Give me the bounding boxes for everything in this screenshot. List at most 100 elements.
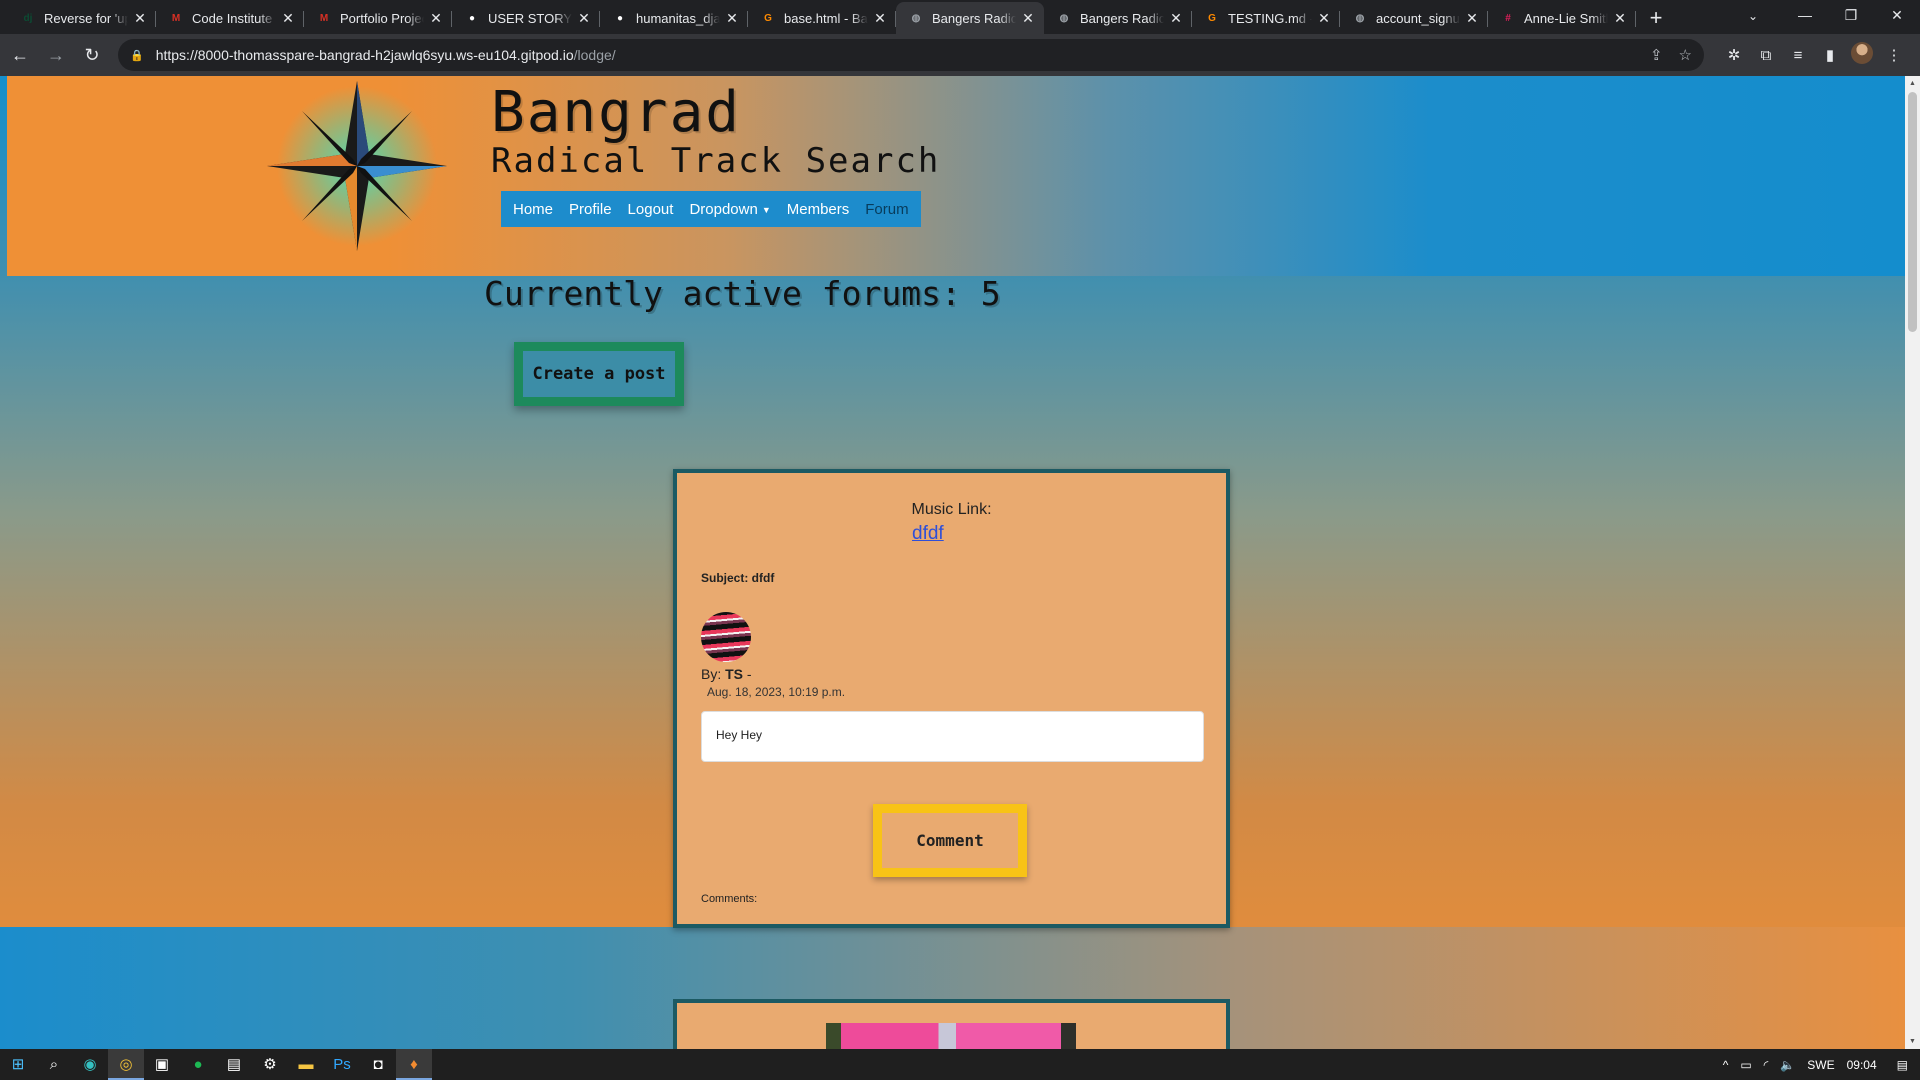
browser-tab[interactable]: ◍ account_signup ✕ bbox=[1340, 2, 1488, 34]
language-indicator[interactable]: SWE bbox=[1807, 1058, 1834, 1072]
by-prefix: By: bbox=[701, 666, 722, 682]
nav-profile[interactable]: Profile bbox=[561, 201, 620, 218]
menu-kebab-icon[interactable]: ⋮ bbox=[1878, 46, 1910, 64]
scroll-down-icon[interactable]: ▼ bbox=[1905, 1034, 1920, 1049]
camera-icon[interactable]: ◘ bbox=[360, 1049, 396, 1080]
notification-icon[interactable]: ▤ bbox=[1897, 1058, 1908, 1072]
caret-down-icon: ▼ bbox=[761, 204, 771, 215]
spotify-icon[interactable]: ● bbox=[180, 1049, 216, 1080]
share-icon[interactable]: ⇪ bbox=[1650, 46, 1663, 64]
tab-close-icon[interactable]: ✕ bbox=[280, 10, 296, 26]
gitpod-icon: G bbox=[1208, 12, 1216, 24]
window-close-icon[interactable]: ✕ bbox=[1874, 0, 1920, 32]
post-byline: By: TS - bbox=[701, 666, 752, 682]
tab-title: TESTING.md - Bangr bbox=[1228, 10, 1312, 26]
browser-tab[interactable]: # Anne-Lie Smith, Slack✕ bbox=[1488, 2, 1636, 34]
tab-close-icon[interactable]: ✕ bbox=[132, 10, 148, 26]
gitpod-icon: G bbox=[764, 12, 772, 24]
tab-close-icon[interactable]: ✕ bbox=[576, 10, 592, 26]
browser-tab[interactable]: dj Reverse for 'update✕ bbox=[8, 2, 156, 34]
browser-tab[interactable]: ● humanitas_django✕ bbox=[600, 2, 748, 34]
active-forums-heading: Currently active forums: 5 bbox=[484, 274, 1001, 313]
forward-icon[interactable]: → bbox=[40, 39, 72, 71]
nav-logout[interactable]: Logout bbox=[620, 201, 682, 218]
new-tab-button[interactable]: + bbox=[1642, 4, 1670, 32]
tray-chevron-icon[interactable]: ^ bbox=[1723, 1058, 1729, 1072]
post-image bbox=[826, 1023, 1076, 1049]
lock-icon[interactable]: 🔒 bbox=[130, 49, 144, 62]
tab-close-icon[interactable]: ✕ bbox=[724, 10, 740, 26]
extension-icons: ✲ ⧉ ≡ ▮ ⋮ bbox=[1718, 42, 1910, 68]
file-explorer-icon[interactable]: ▬ bbox=[288, 1049, 324, 1080]
tab-title: Bangers Radical Tra bbox=[932, 10, 1016, 26]
music-link[interactable]: dfdf bbox=[912, 523, 944, 545]
media-control-icon[interactable]: ≡ bbox=[1782, 47, 1814, 64]
os-taskbar: ⊞ ⌕ ◉ ◎ ▣ ● ▤ ⚙ ▬ Ps ◘ ♦ ^ ▭ ◜ 🔈 SWE 09:… bbox=[0, 1049, 1920, 1080]
battery-icon[interactable]: ▭ bbox=[1740, 1058, 1751, 1072]
tab-close-icon[interactable]: ✕ bbox=[1316, 10, 1332, 26]
browser-tab[interactable]: ● USER STORY: <Profile✕ bbox=[452, 2, 600, 34]
puzzle-icon[interactable]: ⧉ bbox=[1750, 47, 1782, 64]
nav-dropdown[interactable]: Dropdown ▼ bbox=[681, 201, 778, 218]
browser-tab[interactable]: M Code Institute - Gm✕ bbox=[156, 2, 304, 34]
nav-forum[interactable]: Forum bbox=[857, 201, 916, 218]
recorder-icon[interactable]: ♦ bbox=[396, 1049, 432, 1080]
site-header: Bangrad Radical Track Search Home Profil… bbox=[7, 76, 1905, 276]
page-viewport: Bangrad Radical Track Search Home Profil… bbox=[0, 76, 1920, 1049]
browser-tab[interactable]: ◍ Bangers Radical Tra✕ bbox=[1044, 2, 1192, 34]
wifi-icon[interactable]: ◜ bbox=[1764, 1058, 1769, 1072]
side-panel-icon[interactable]: ▮ bbox=[1814, 46, 1846, 64]
bookmark-star-icon[interactable]: ☆ bbox=[1679, 46, 1692, 64]
nav-members[interactable]: Members bbox=[779, 201, 858, 218]
restore-icon[interactable]: ❐ bbox=[1828, 0, 1874, 32]
clock[interactable]: 09:04 bbox=[1847, 1058, 1877, 1072]
tab-close-icon[interactable]: ✕ bbox=[428, 10, 444, 26]
url-path: /lodge/ bbox=[573, 47, 616, 63]
reload-icon[interactable]: ↻ bbox=[76, 39, 108, 71]
tab-close-icon[interactable]: ✕ bbox=[1464, 10, 1480, 26]
tab-close-icon[interactable]: ✕ bbox=[1612, 10, 1628, 26]
create-post-button[interactable]: Create a post bbox=[514, 342, 684, 406]
volume-icon[interactable]: 🔈 bbox=[1780, 1058, 1795, 1072]
tab-title: Portfolio Project 4 bbox=[340, 10, 424, 26]
page-scrollbar[interactable]: ▲ ▼ bbox=[1905, 76, 1920, 1049]
url-text[interactable]: https://8000-thomasspare-bangrad-h2jawlq… bbox=[156, 47, 1634, 63]
minimize-icon[interactable]: — bbox=[1782, 0, 1828, 32]
github-icon: ● bbox=[468, 12, 476, 24]
browser-tab[interactable]: G TESTING.md - Bangr✕ bbox=[1192, 2, 1340, 34]
django-icon: dj bbox=[23, 12, 33, 24]
post-content: Hey Hey bbox=[701, 711, 1204, 762]
globe-icon: ◍ bbox=[1059, 12, 1069, 24]
search-icon[interactable]: ⌕ bbox=[36, 1049, 72, 1080]
profile-icon[interactable] bbox=[1846, 42, 1878, 68]
tab-close-icon[interactable]: ✕ bbox=[1168, 10, 1184, 26]
browser-tab[interactable]: Gbase.html - Bangrad✕ bbox=[748, 2, 896, 34]
nav-home[interactable]: Home bbox=[505, 201, 561, 218]
back-icon[interactable]: ← bbox=[4, 39, 36, 71]
tab-close-icon[interactable]: ✕ bbox=[872, 10, 888, 26]
steam-icon[interactable]: ⚙ bbox=[252, 1049, 288, 1080]
edge-icon[interactable]: ◉ bbox=[72, 1049, 108, 1080]
browser-tab[interactable]: M Portfolio Project 4✕ bbox=[304, 2, 452, 34]
tab-strip: djReverse for 'update✕MCode Institute - … bbox=[0, 0, 1920, 34]
tab-search-icon[interactable]: ⌄ bbox=[1738, 2, 1768, 30]
photoshop-icon[interactable]: Ps bbox=[324, 1049, 360, 1080]
tab-close-icon[interactable]: ✕ bbox=[1020, 10, 1036, 26]
by-suffix: - bbox=[743, 666, 752, 682]
chrome-icon[interactable]: ◎ bbox=[108, 1049, 144, 1080]
tab-title: Reverse for 'update bbox=[44, 10, 128, 26]
store-icon[interactable]: ▣ bbox=[144, 1049, 180, 1080]
tab-title: Bangers Radical Tra bbox=[1080, 10, 1164, 26]
app-icon[interactable]: ▤ bbox=[216, 1049, 252, 1080]
extension-icon[interactable]: ✲ bbox=[1718, 46, 1750, 64]
scroll-up-icon[interactable]: ▲ bbox=[1905, 76, 1920, 91]
windows-start-icon[interactable]: ⊞ bbox=[0, 1049, 36, 1080]
music-link-label: Music Link: bbox=[911, 501, 992, 518]
scrollbar-thumb[interactable] bbox=[1908, 92, 1917, 332]
site-title: Bangrad bbox=[491, 80, 742, 145]
browser-tab[interactable]: ◍ Bangers Radical Tra✕ bbox=[896, 2, 1044, 34]
comment-button[interactable]: Comment bbox=[873, 804, 1027, 877]
system-tray: ^ ▭ ◜ 🔈 SWE 09:04 ▤ bbox=[1717, 1049, 1920, 1080]
address-bar[interactable]: 🔒 https://8000-thomasspare-bangrad-h2jaw… bbox=[118, 39, 1704, 71]
post-date: Aug. 18, 2023, 10:19 p.m. bbox=[707, 685, 846, 699]
